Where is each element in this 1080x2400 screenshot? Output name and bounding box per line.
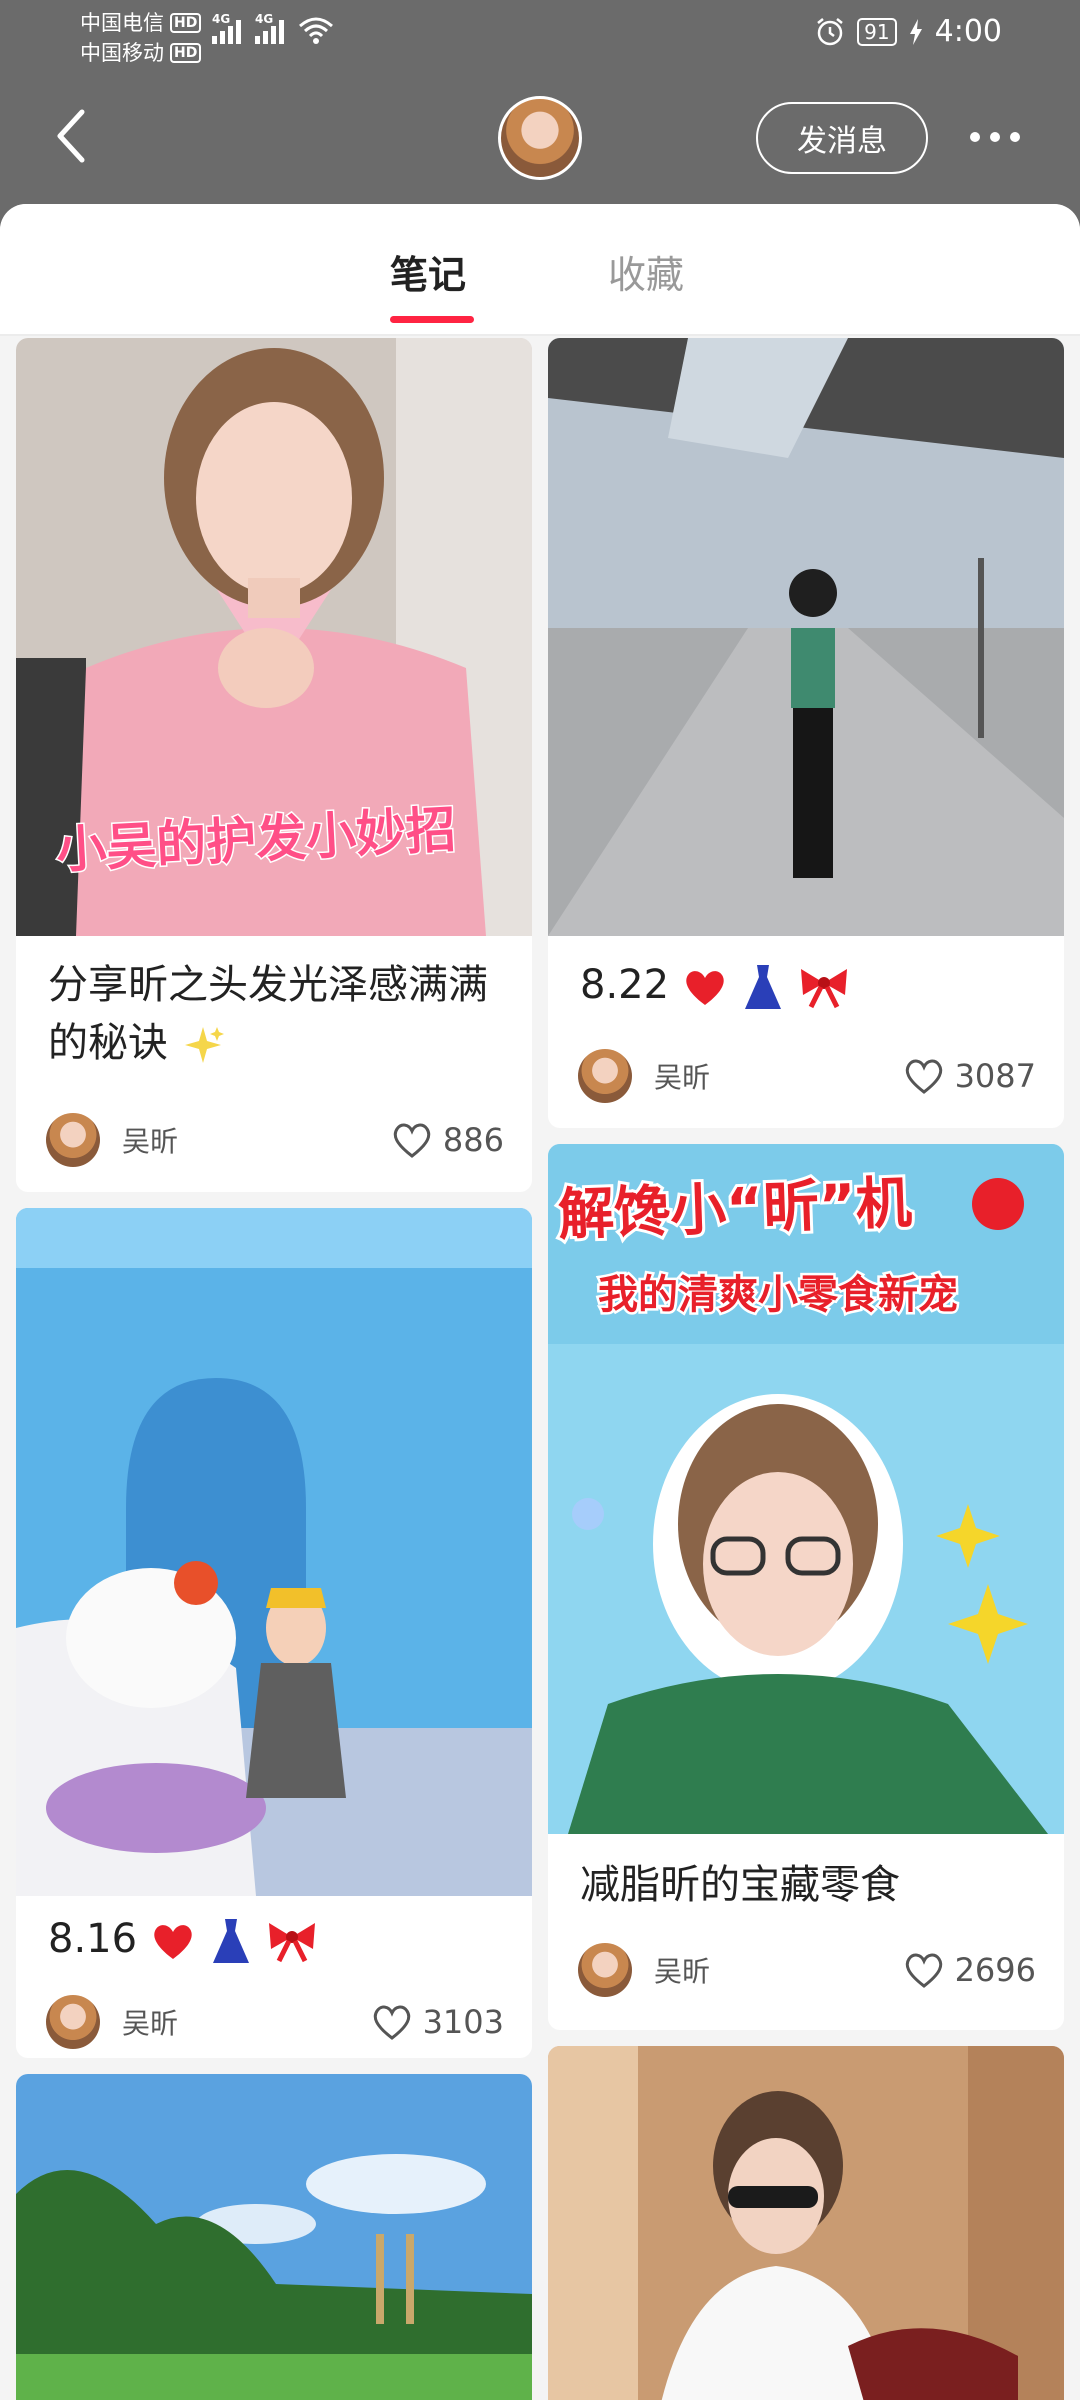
heart-icon bbox=[393, 1123, 431, 1158]
note-card[interactable] bbox=[16, 2074, 532, 2400]
alarm-icon bbox=[817, 17, 843, 45]
status-right: 91 4:00 bbox=[815, 14, 1002, 49]
author-name[interactable]: 吴昕 bbox=[122, 1120, 391, 1160]
note-title: 分享昕之头发光泽感满满的秘诀 bbox=[48, 962, 488, 1066]
wifi-icon bbox=[299, 17, 333, 44]
status-bar: 中国电信 HD 中国移动 HD 4G 4G 91 4:00 bbox=[0, 0, 1080, 76]
note-title: 8.22 bbox=[580, 956, 1040, 1014]
like-count: 3103 bbox=[422, 2003, 504, 2041]
tab-favorites[interactable]: 收藏 bbox=[608, 244, 684, 299]
active-tab-indicator bbox=[390, 316, 474, 323]
profile-header: 发消息 bbox=[0, 76, 1080, 206]
carrier-2: 中国移动 bbox=[80, 41, 164, 65]
note-cover-image bbox=[16, 1208, 532, 1896]
note-card[interactable] bbox=[548, 2046, 1064, 2400]
ribbon-icon bbox=[801, 969, 848, 1009]
author-avatar[interactable] bbox=[46, 1113, 100, 1167]
send-message-button[interactable]: 发消息 bbox=[756, 102, 928, 174]
note-meta: 吴昕 3103 bbox=[46, 1994, 504, 2050]
back-arrow-icon[interactable] bbox=[52, 106, 92, 166]
tab-bar: 笔记 收藏 bbox=[0, 204, 1080, 336]
signal-indicators: 4G 4G bbox=[212, 12, 334, 44]
author-avatar[interactable] bbox=[578, 1943, 632, 1997]
heart-icon bbox=[373, 2005, 410, 2040]
note-title: 8.16 bbox=[48, 1910, 508, 1968]
cover-overlay-subtitle: 我的清爽小零食新宠 bbox=[596, 1270, 961, 1321]
carrier-info: 中国电信 HD 中国移动 HD bbox=[80, 8, 202, 68]
author-name[interactable]: 吴昕 bbox=[654, 1056, 903, 1096]
note-meta: 吴昕 886 bbox=[46, 1112, 504, 1168]
note-cover-image bbox=[548, 2046, 1064, 2400]
note-meta: 吴昕 3087 bbox=[578, 1048, 1036, 1104]
heart-icon bbox=[905, 1953, 942, 1988]
note-card[interactable]: 解馋小“昕”机 我的清爽小零食新宠 减脂昕的宝藏零食 吴昕 2696 bbox=[548, 1144, 1064, 2030]
note-card[interactable]: 8.22 吴昕 3087 bbox=[548, 338, 1064, 1128]
red-heart-icon bbox=[686, 971, 724, 1005]
like-button[interactable]: 3103 bbox=[371, 2003, 504, 2041]
signal-icon: 4G bbox=[255, 12, 284, 44]
hd-badge: HD bbox=[170, 43, 202, 63]
hd-badge: HD bbox=[170, 13, 202, 33]
sparkles-icon bbox=[184, 1027, 224, 1063]
like-button[interactable]: 2696 bbox=[903, 1951, 1036, 1989]
author-avatar[interactable] bbox=[46, 1995, 100, 2049]
note-meta: 吴昕 2696 bbox=[578, 1942, 1036, 1998]
like-count: 3087 bbox=[954, 1057, 1036, 1095]
note-title: 减脂昕的宝藏零食 bbox=[580, 1862, 900, 1908]
note-card[interactable]: 小吴的护发小妙招 分享昕之头发光泽感满满的秘诀 吴昕 886 bbox=[16, 338, 532, 1192]
carrier-1: 中国电信 bbox=[80, 11, 164, 35]
clock: 4:00 bbox=[934, 14, 1002, 49]
author-name[interactable]: 吴昕 bbox=[654, 1950, 903, 1990]
tab-notes[interactable]: 笔记 bbox=[390, 244, 466, 299]
charging-icon bbox=[909, 18, 922, 45]
battery-indicator: 91 bbox=[857, 17, 897, 46]
like-count: 2696 bbox=[954, 1951, 1036, 1989]
dress-icon bbox=[212, 1919, 249, 1963]
like-count: 886 bbox=[442, 1121, 504, 1159]
more-options-icon[interactable] bbox=[970, 132, 1020, 142]
like-button[interactable]: 886 bbox=[391, 1121, 504, 1159]
author-name[interactable]: 吴昕 bbox=[122, 2002, 371, 2042]
note-cover-image bbox=[548, 338, 1064, 936]
ribbon-icon bbox=[269, 1923, 316, 1963]
dress-icon bbox=[744, 965, 781, 1009]
red-heart-icon bbox=[154, 1925, 192, 1959]
note-card[interactable]: 8.16 吴昕 3103 bbox=[16, 1208, 532, 2058]
author-avatar[interactable] bbox=[578, 1049, 632, 1103]
note-cover-image bbox=[16, 2074, 532, 2400]
heart-icon bbox=[905, 1059, 942, 1094]
like-button[interactable]: 3087 bbox=[903, 1057, 1036, 1095]
signal-icon: 4G bbox=[212, 12, 241, 44]
avatar[interactable] bbox=[498, 96, 582, 180]
cover-overlay-title: 解馋小“昕”机 bbox=[554, 1168, 916, 1251]
content-panel: 笔记 收藏 小吴的护发小妙招 分享昕之头发光泽感满满的秘诀 吴昕 886 8.2… bbox=[0, 204, 1080, 2400]
